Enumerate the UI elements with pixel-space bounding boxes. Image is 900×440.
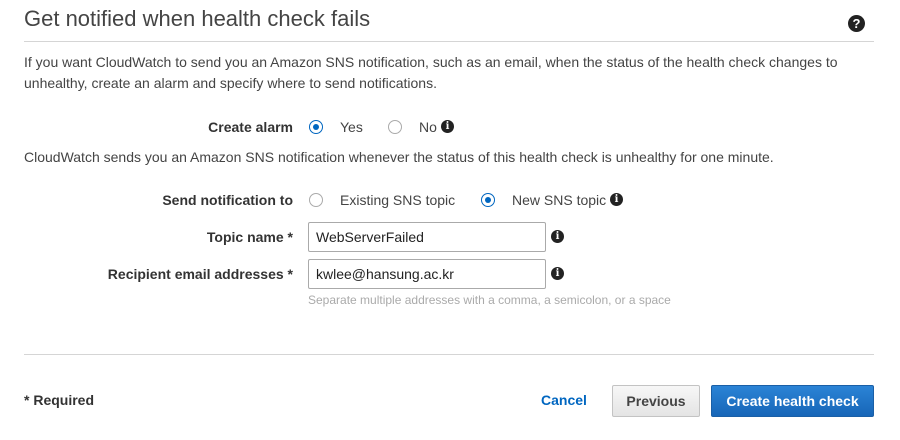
info-icon[interactable]: i bbox=[551, 230, 564, 243]
header-divider bbox=[24, 41, 874, 42]
info-icon[interactable]: i bbox=[551, 267, 564, 280]
send-notification-label: Send notification to bbox=[162, 192, 293, 208]
info-icon[interactable]: i bbox=[610, 193, 623, 206]
recipient-emails-hint: Separate multiple addresses with a comma… bbox=[308, 293, 671, 307]
topic-name-input[interactable]: WebServerFailed bbox=[308, 222, 546, 252]
create-alarm-yes-label[interactable]: Yes bbox=[340, 119, 363, 135]
new-sns-topic-radio[interactable] bbox=[481, 193, 495, 207]
existing-sns-topic-radio[interactable] bbox=[309, 193, 323, 207]
create-alarm-label: Create alarm bbox=[208, 119, 293, 135]
create-alarm-no-radio[interactable] bbox=[388, 120, 402, 134]
create-alarm-yes-radio[interactable] bbox=[309, 120, 323, 134]
topic-name-label: Topic name * bbox=[206, 229, 293, 245]
previous-button[interactable]: Previous bbox=[612, 385, 700, 417]
create-health-check-button[interactable]: Create health check bbox=[711, 385, 874, 417]
recipient-emails-label: Recipient email addresses * bbox=[107, 266, 293, 282]
recipient-emails-input[interactable]: kwlee@hansung.ac.kr bbox=[308, 259, 546, 289]
help-icon[interactable]: ? bbox=[848, 15, 865, 32]
footer-divider bbox=[24, 354, 874, 355]
create-alarm-no-label[interactable]: No bbox=[419, 119, 437, 135]
section-description: If you want CloudWatch to send you an Am… bbox=[24, 54, 838, 91]
cancel-button[interactable]: Cancel bbox=[541, 392, 587, 408]
info-icon[interactable]: i bbox=[441, 120, 454, 133]
page-title: Get notified when health check fails bbox=[24, 6, 371, 31]
new-sns-topic-label[interactable]: New SNS topic bbox=[512, 192, 606, 208]
existing-sns-topic-label[interactable]: Existing SNS topic bbox=[340, 192, 455, 208]
alarm-note: CloudWatch sends you an Amazon SNS notif… bbox=[24, 149, 774, 165]
required-note: * Required bbox=[24, 392, 95, 408]
